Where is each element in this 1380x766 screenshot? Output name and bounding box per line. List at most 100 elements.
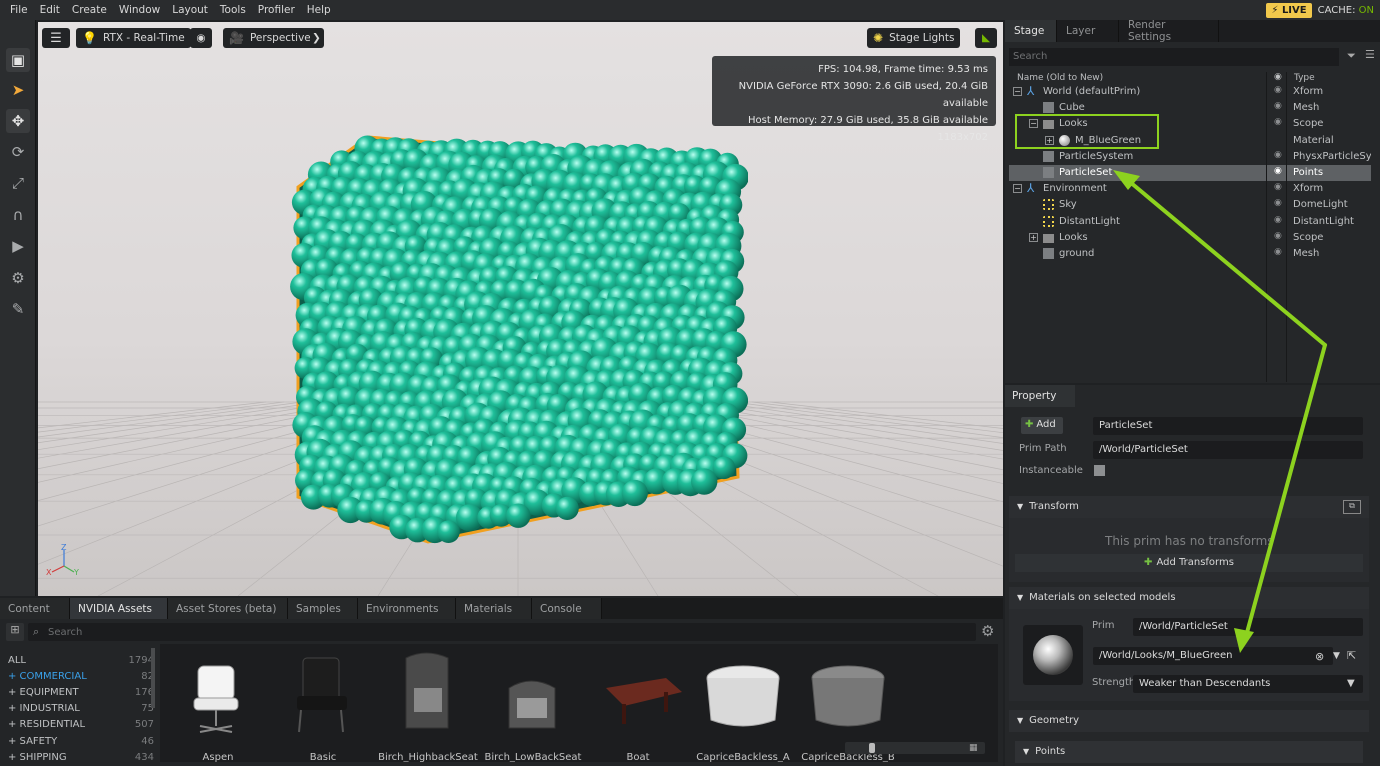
menu-file[interactable]: File bbox=[4, 4, 34, 16]
tab-content[interactable]: Content bbox=[0, 598, 70, 619]
tab-stage[interactable]: Stage bbox=[1005, 20, 1057, 42]
open-material-icon[interactable]: ⇱ bbox=[1347, 649, 1356, 662]
collapse-icon[interactable]: − bbox=[1013, 184, 1022, 194]
visibility-column-eye-icon[interactable]: ◉ bbox=[1274, 72, 1282, 82]
menu-help[interactable]: Help bbox=[301, 4, 337, 16]
add-property-button[interactable]: ✚ Add bbox=[1021, 417, 1063, 434]
tab-environments[interactable]: Environments bbox=[358, 598, 456, 619]
prim-name-field[interactable]: ParticleSet bbox=[1093, 417, 1363, 435]
category-scrollbar[interactable] bbox=[151, 648, 155, 708]
slider-handle[interactable] bbox=[869, 743, 875, 753]
grid-view-icon[interactable]: ▦ bbox=[969, 743, 978, 753]
asset-tile[interactable]: CapriceBackless_A bbox=[691, 648, 795, 762]
visibility-eye-icon[interactable]: ◉ bbox=[1274, 117, 1282, 127]
expand-icon[interactable]: + bbox=[1029, 232, 1038, 242]
visibility-eye-icon[interactable]: ◉ bbox=[1274, 101, 1282, 111]
asset-tile[interactable]: Birch_HighbackSeat bbox=[376, 648, 480, 762]
strength-dropdown[interactable]: Weaker than Descendants bbox=[1133, 675, 1363, 693]
menu-create[interactable]: Create bbox=[66, 4, 113, 16]
selection-mode-icon[interactable]: ▣ bbox=[6, 48, 30, 72]
cache-status[interactable]: CACHE: ON bbox=[1318, 5, 1374, 16]
asset-tile[interactable]: Basic bbox=[271, 648, 375, 762]
visibility-eye-icon[interactable]: ◉ bbox=[1274, 85, 1282, 95]
tab-nvidia-assets[interactable]: NVIDIA Assets bbox=[70, 598, 168, 619]
stage-tree-row[interactable]: DistantLight ◉ DistantLight bbox=[1009, 214, 1371, 230]
category-item[interactable]: + INDUSTRIAL 75 bbox=[8, 701, 154, 717]
transform-options-icon[interactable]: ⧉ bbox=[1343, 500, 1361, 514]
tab-materials[interactable]: Materials bbox=[456, 598, 532, 619]
assets-settings-gear-icon[interactable]: ⚙ bbox=[981, 622, 994, 640]
visibility-eye-icon[interactable]: ◉ bbox=[1274, 198, 1282, 208]
visibility-button[interactable]: ◉ bbox=[190, 28, 212, 48]
menu-profiler[interactable]: Profiler bbox=[252, 4, 301, 16]
materials-section-header[interactable]: ▼ Materials on selected models bbox=[1009, 587, 1369, 609]
paint-brush-icon[interactable]: ✎ bbox=[6, 297, 30, 321]
select-arrow-icon[interactable]: ➤ bbox=[6, 78, 30, 102]
thumbnail-size-slider[interactable]: ▦ bbox=[845, 742, 985, 754]
material-path-field[interactable]: /World/Looks/M_BlueGreen bbox=[1093, 647, 1333, 665]
stage-tree-row[interactable]: − ⅄ World (defaultPrim) ◉ Xform bbox=[1009, 84, 1371, 100]
tab-property[interactable]: Property bbox=[1005, 385, 1075, 407]
snap-magnet-icon[interactable]: ∩ bbox=[6, 203, 30, 227]
instanceable-checkbox[interactable] bbox=[1094, 465, 1105, 476]
asset-tile[interactable]: Birch_LowBackSeat bbox=[481, 648, 585, 762]
material-dropdown-chevron-icon[interactable]: ▼ bbox=[1333, 651, 1340, 661]
asset-tile[interactable]: Boat bbox=[586, 648, 690, 762]
transform-section-header[interactable]: ▼ Transform bbox=[1009, 496, 1369, 518]
move-tool-icon[interactable]: ✥ bbox=[6, 109, 30, 133]
tab-render-settings[interactable]: Render Settings bbox=[1119, 19, 1219, 43]
renderer-dropdown[interactable]: 💡 RTX - Real-Time bbox=[76, 28, 191, 48]
physics-tool-icon[interactable]: ⚙ bbox=[6, 266, 30, 290]
visibility-eye-icon[interactable]: ◉ bbox=[1274, 150, 1282, 160]
menu-edit[interactable]: Edit bbox=[34, 4, 66, 16]
clear-material-icon[interactable]: ⊗ bbox=[1315, 650, 1324, 663]
viewport[interactable]: ☰ 💡 RTX - Real-Time ◉ 🎥 Perspective ❯ ✺ Sta… bbox=[38, 22, 1003, 596]
play-icon[interactable]: ▶ bbox=[6, 234, 30, 258]
live-button[interactable]: ⚡ LIVE bbox=[1266, 2, 1312, 18]
menu-layout[interactable]: Layout bbox=[166, 4, 214, 16]
stage-lights-dropdown[interactable]: ✺ Stage Lights bbox=[867, 28, 961, 48]
stage-tree-row[interactable]: ParticleSystem ◉ PhysxParticleSystem bbox=[1009, 149, 1371, 165]
collapse-icon[interactable]: − bbox=[1013, 87, 1022, 96]
visibility-eye-icon[interactable]: ◉ bbox=[1274, 166, 1282, 176]
prim-path-field[interactable]: /World/ParticleSet bbox=[1093, 441, 1363, 459]
stage-search-input[interactable]: Search bbox=[1009, 48, 1339, 66]
filter-icon[interactable]: ⏷ bbox=[1347, 49, 1356, 63]
expand-toolbar-button[interactable]: ❯ bbox=[310, 28, 324, 48]
category-item[interactable]: ALL 1794 bbox=[8, 652, 154, 668]
category-item[interactable]: + SHIPPING 434 bbox=[8, 749, 154, 765]
asset-tile[interactable]: Aspen bbox=[166, 648, 270, 762]
material-prim-field[interactable]: /World/ParticleSet bbox=[1133, 618, 1363, 636]
stage-tree-row[interactable]: + Looks ◉ Scope bbox=[1009, 230, 1371, 246]
tab-console[interactable]: Console bbox=[532, 598, 602, 619]
category-item[interactable]: + SAFETY 46 bbox=[8, 733, 154, 749]
particle-set-render[interactable] bbox=[288, 97, 748, 547]
stage-tree-row[interactable]: ground ◉ Mesh bbox=[1009, 246, 1371, 262]
rotate-tool-icon[interactable]: ⟳ bbox=[6, 140, 30, 164]
tree-column-divider[interactable] bbox=[1266, 72, 1267, 382]
strength-chevron-icon[interactable]: ▼ bbox=[1347, 678, 1355, 689]
stage-menu-icon[interactable]: ☰ bbox=[1365, 48, 1375, 61]
visibility-eye-icon[interactable]: ◉ bbox=[1274, 247, 1282, 257]
category-item[interactable]: + EQUIPMENT 176 bbox=[8, 684, 154, 700]
type-column-divider[interactable] bbox=[1286, 72, 1287, 382]
visibility-eye-icon[interactable]: ◉ bbox=[1274, 215, 1282, 225]
scale-tool-icon[interactable]: ⤢ bbox=[6, 171, 30, 195]
type-column-header[interactable]: Type bbox=[1294, 73, 1315, 83]
stage-tree-row[interactable]: ParticleSet ◉ Points bbox=[1009, 164, 1371, 182]
camera-dropdown[interactable]: 🎥 Perspective bbox=[223, 28, 317, 48]
name-column-header[interactable]: Name (Old to New) bbox=[1017, 73, 1103, 83]
tab-samples[interactable]: Samples bbox=[288, 598, 358, 619]
nvidia-logo-button[interactable]: ◣ bbox=[975, 28, 997, 48]
category-item[interactable]: + RESIDENTIAL 507 bbox=[8, 717, 154, 733]
points-section-header[interactable]: ▼ Points bbox=[1015, 741, 1363, 763]
menu-window[interactable]: Window bbox=[113, 4, 166, 16]
tab-layer[interactable]: Layer bbox=[1057, 20, 1119, 42]
stage-tree-row[interactable]: − ⅄ Environment ◉ Xform bbox=[1009, 181, 1371, 197]
add-transforms-button[interactable]: ✚ Add Transforms bbox=[1015, 554, 1363, 572]
viewport-settings-button[interactable]: ☰ bbox=[42, 28, 70, 48]
category-item[interactable]: + COMMERCIAL 82 bbox=[8, 668, 154, 684]
tab-asset-stores[interactable]: Asset Stores (beta) bbox=[168, 598, 288, 619]
geometry-section-header[interactable]: ▼ Geometry bbox=[1009, 710, 1369, 732]
stage-tree-row[interactable]: Sky ◉ DomeLight bbox=[1009, 197, 1371, 213]
